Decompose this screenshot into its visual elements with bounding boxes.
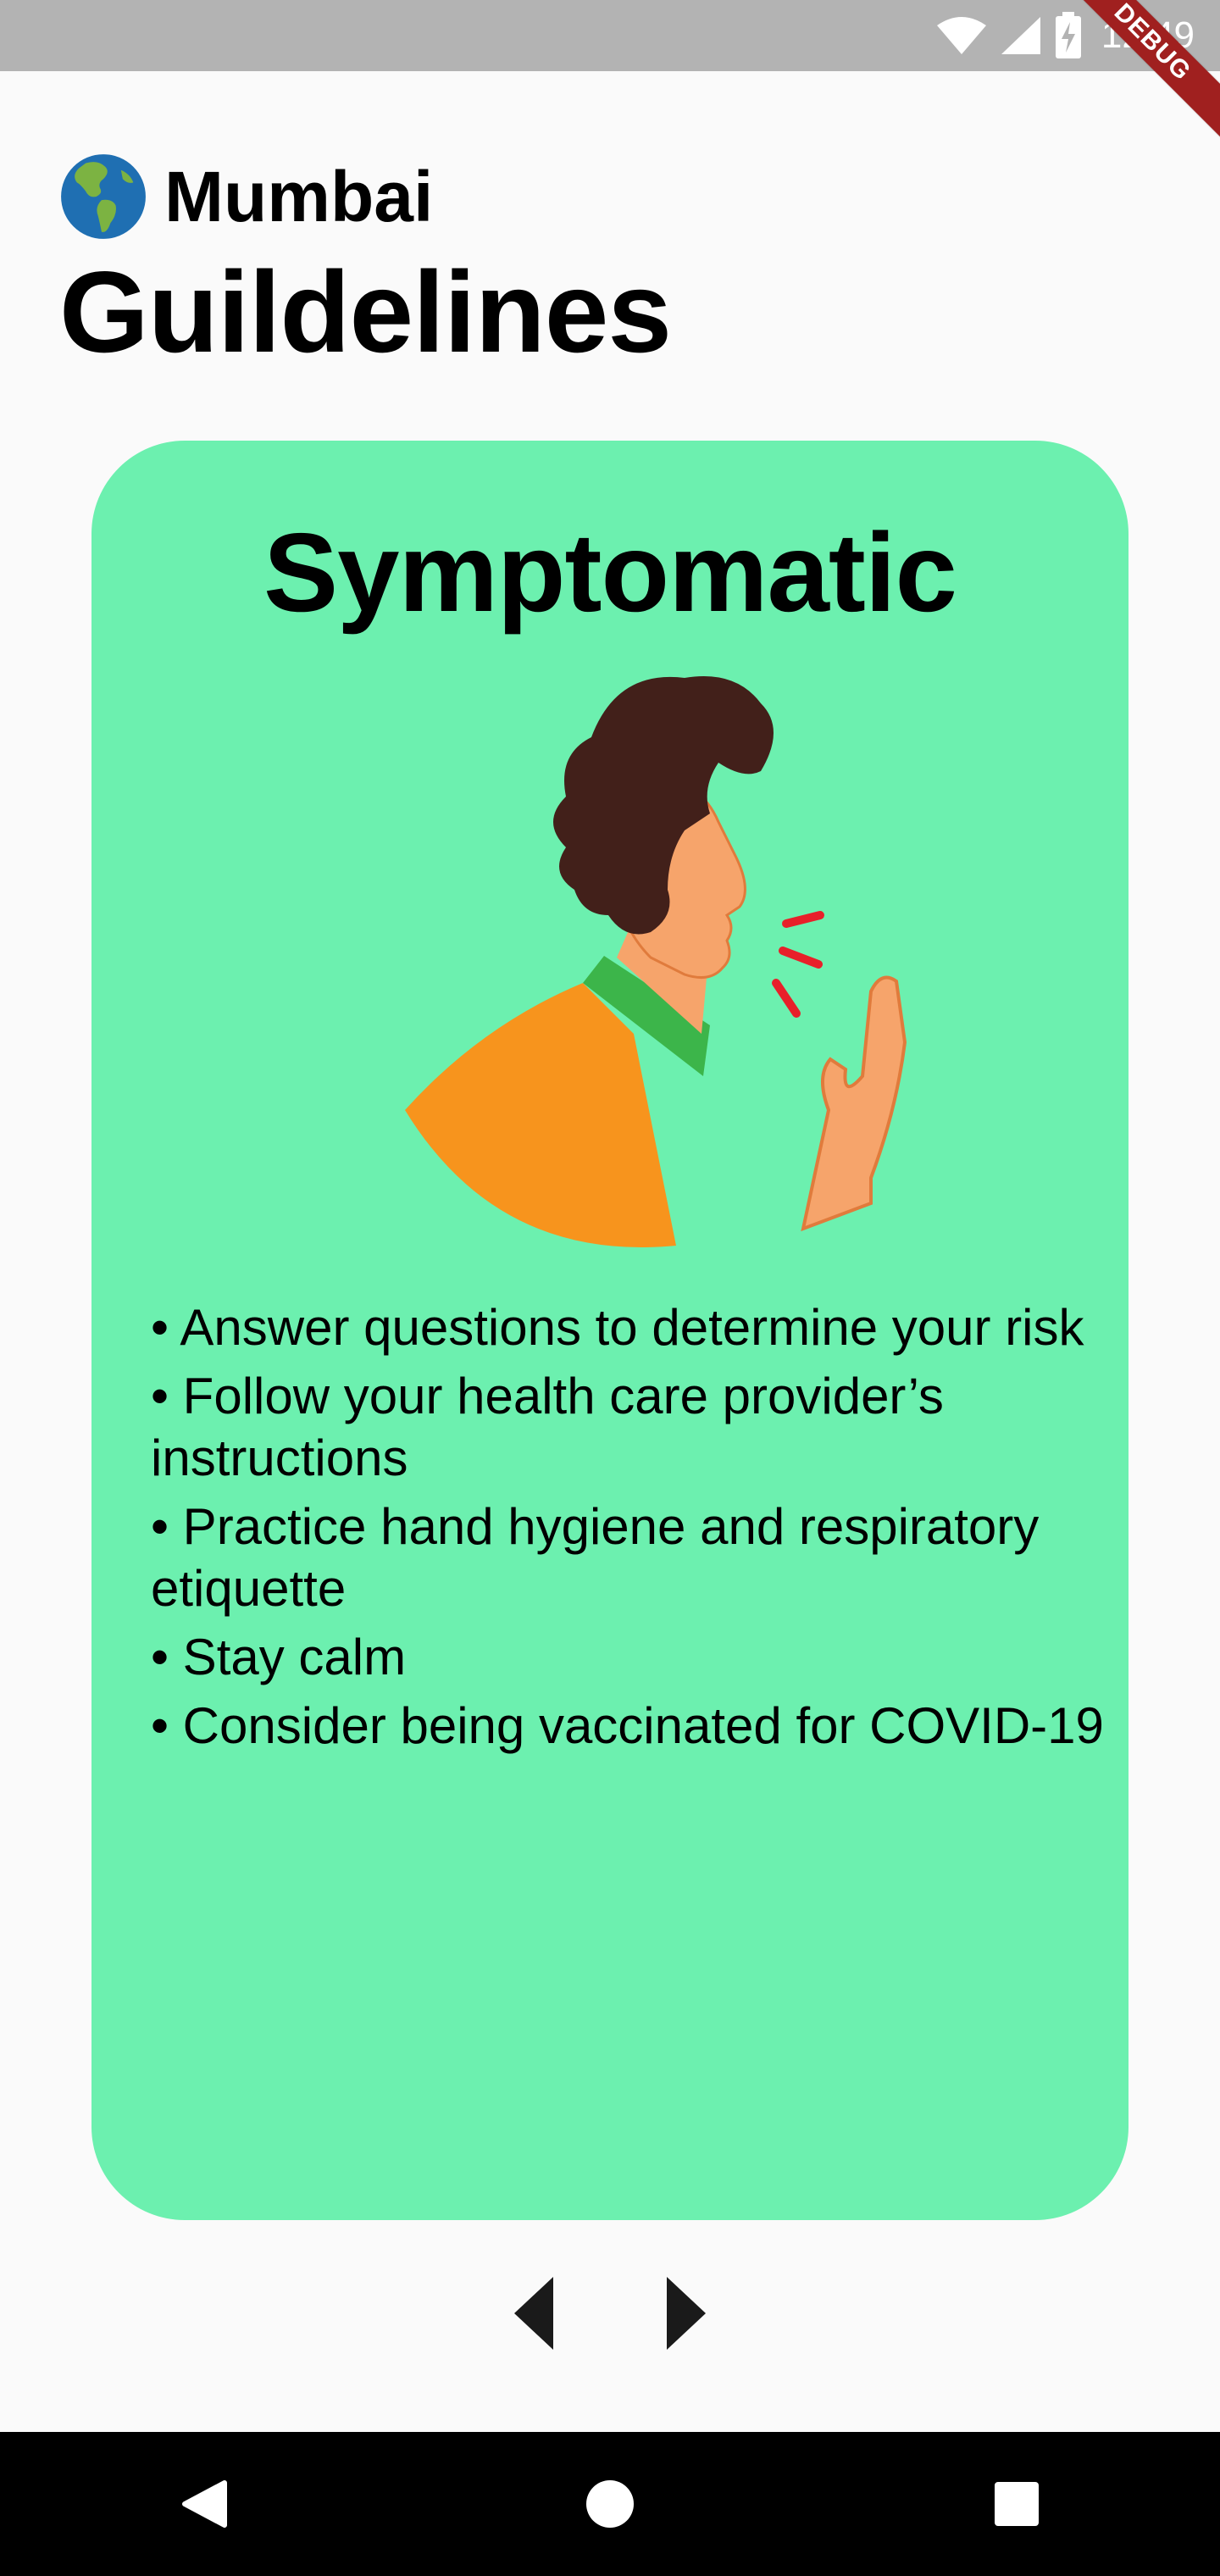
signal-icon — [1001, 17, 1040, 54]
list-item: • Consider being vaccinated for COVID-19 — [151, 1697, 1104, 1754]
pager — [0, 2271, 1220, 2356]
list-item: • Answer questions to determine your ris… — [151, 1299, 1084, 1356]
person-coughing-illustration — [405, 676, 907, 1247]
page-title: Guildelines — [59, 247, 672, 376]
previous-button[interactable] — [500, 2271, 568, 2356]
home-icon — [586, 2480, 634, 2528]
guideline-list: • Answer questions to determine your ris… — [151, 1296, 1108, 1763]
recents-button[interactable] — [949, 2453, 1084, 2555]
arrow-left-icon — [514, 2277, 553, 2350]
globe-americas-icon — [61, 154, 146, 239]
list-item: • Follow your health care provider’s ins… — [151, 1368, 944, 1486]
recents-icon — [995, 2482, 1039, 2526]
back-icon — [182, 2480, 227, 2528]
home-button[interactable] — [542, 2453, 678, 2555]
navigation-bar — [0, 2432, 1220, 2576]
guideline-card[interactable]: Symptomatic • Answer questions to determ… — [92, 441, 1128, 2220]
arrow-right-icon — [667, 2277, 706, 2350]
city-row: Mumbai — [59, 153, 433, 241]
next-button[interactable] — [652, 2271, 720, 2356]
battery-charging-icon — [1055, 12, 1081, 58]
back-button[interactable] — [136, 2453, 271, 2555]
status-bar: 12:49 DEBUG — [0, 0, 1220, 146]
header: Mumbai — [59, 153, 433, 241]
wifi-icon — [936, 17, 986, 54]
card-title: Symptomatic — [263, 510, 957, 635]
list-item: • Practice hand hygiene and respiratory … — [151, 1498, 1040, 1617]
list-item: • Stay calm — [151, 1629, 407, 1685]
city-name: Mumbai — [164, 157, 434, 236]
